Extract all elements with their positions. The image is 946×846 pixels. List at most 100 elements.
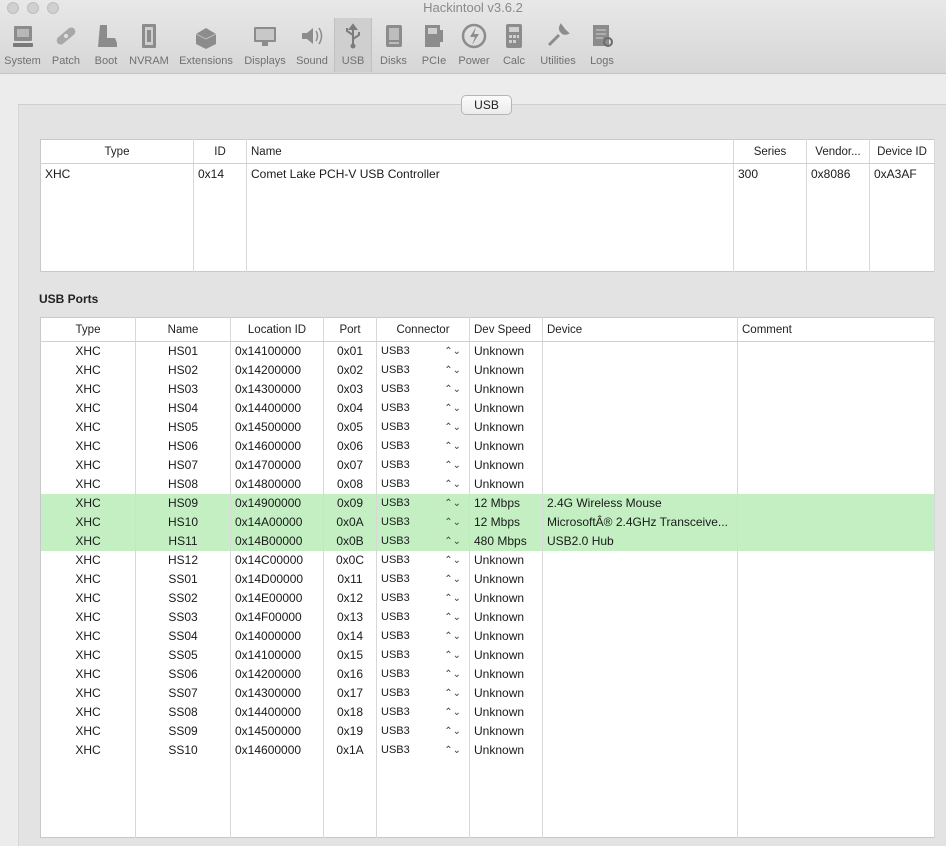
toolbar-item-pcie[interactable]: PCIe: [415, 18, 453, 72]
port-name[interactable]: SS10: [135, 741, 231, 760]
connector-select[interactable]: USB3 ⌃⌄: [376, 608, 470, 627]
port-row[interactable]: XHC HS12 0x14C00000 0x0C USB3 ⌃⌄ Unknown: [40, 551, 935, 570]
connector-select[interactable]: USB3 ⌃⌄: [376, 380, 470, 399]
port-comment[interactable]: [737, 380, 935, 399]
port-comment[interactable]: [737, 570, 935, 589]
port-name[interactable]: HS11: [135, 532, 231, 551]
connector-select[interactable]: USB3 ⌃⌄: [376, 341, 470, 361]
column-header-name[interactable]: Name: [135, 317, 231, 342]
column-header-dev-speed[interactable]: Dev Speed: [469, 317, 543, 342]
port-name[interactable]: HS06: [135, 437, 231, 456]
port-comment[interactable]: [737, 722, 935, 741]
port-comment[interactable]: [737, 703, 935, 722]
toolbar-item-nvram[interactable]: NVRAM: [126, 18, 172, 72]
port-comment[interactable]: [737, 551, 935, 570]
port-row[interactable]: XHC HS04 0x14400000 0x04 USB3 ⌃⌄ Unknown: [40, 399, 935, 418]
column-header-id[interactable]: ID: [193, 139, 247, 164]
port-name[interactable]: HS04: [135, 399, 231, 418]
connector-select[interactable]: USB3 ⌃⌄: [376, 475, 470, 494]
port-comment[interactable]: [737, 513, 935, 532]
port-comment[interactable]: [737, 341, 935, 361]
connector-select[interactable]: USB3 ⌃⌄: [376, 532, 470, 551]
port-name[interactable]: SS02: [135, 589, 231, 608]
column-header-type[interactable]: Type: [40, 139, 194, 164]
connector-select[interactable]: USB3 ⌃⌄: [376, 722, 470, 741]
port-row[interactable]: XHC HS10 0x14A00000 0x0A USB3 ⌃⌄ 12 Mbps Micros…: [40, 513, 935, 532]
port-name[interactable]: SS01: [135, 570, 231, 589]
port-name[interactable]: HS09: [135, 494, 231, 513]
column-header-name[interactable]: Name: [246, 139, 734, 164]
port-comment[interactable]: [737, 684, 935, 703]
connector-select[interactable]: USB3 ⌃⌄: [376, 494, 470, 513]
port-row[interactable]: XHC HS07 0x14700000 0x07 USB3 ⌃⌄ Unknown: [40, 456, 935, 475]
port-row[interactable]: XHC SS02 0x14E00000 0x12 USB3 ⌃⌄ Unknown: [40, 589, 935, 608]
controller-row[interactable]: XHC 0x14 Comet Lake PCH-V USB Controller…: [40, 163, 935, 272]
port-name[interactable]: SS07: [135, 684, 231, 703]
port-row[interactable]: XHC HS02 0x14200000 0x02 USB3 ⌃⌄ Unknown: [40, 361, 935, 380]
connector-select[interactable]: USB3 ⌃⌄: [376, 684, 470, 703]
toolbar-item-system[interactable]: System: [0, 18, 45, 72]
toolbar-item-logs[interactable]: Logs: [583, 18, 621, 72]
port-comment[interactable]: [737, 475, 935, 494]
port-comment[interactable]: [737, 437, 935, 456]
port-comment[interactable]: [737, 456, 935, 475]
connector-select[interactable]: USB3 ⌃⌄: [376, 703, 470, 722]
port-row[interactable]: XHC SS03 0x14F00000 0x13 USB3 ⌃⌄ Unknown: [40, 608, 935, 627]
connector-select[interactable]: USB3 ⌃⌄: [376, 399, 470, 418]
port-name[interactable]: HS02: [135, 361, 231, 380]
port-comment[interactable]: [737, 627, 935, 646]
port-row[interactable]: XHC HS05 0x14500000 0x05 USB3 ⌃⌄ Unknown: [40, 418, 935, 437]
port-row[interactable]: XHC SS07 0x14300000 0x17 USB3 ⌃⌄ Unknown: [40, 684, 935, 703]
port-name[interactable]: HS08: [135, 475, 231, 494]
port-row[interactable]: XHC SS10 0x14600000 0x1A USB3 ⌃⌄ Unknown: [40, 741, 935, 760]
port-row[interactable]: XHC SS05 0x14100000 0x15 USB3 ⌃⌄ Unknown: [40, 646, 935, 665]
connector-select[interactable]: USB3 ⌃⌄: [376, 665, 470, 684]
toolbar-item-utilities[interactable]: Utilities: [534, 18, 582, 72]
port-row[interactable]: XHC SS08 0x14400000 0x18 USB3 ⌃⌄ Unknown: [40, 703, 935, 722]
toolbar-item-disks[interactable]: Disks: [373, 18, 414, 72]
port-name[interactable]: HS05: [135, 418, 231, 437]
port-comment[interactable]: [737, 418, 935, 437]
port-row[interactable]: XHC SS06 0x14200000 0x16 USB3 ⌃⌄ Unknown: [40, 665, 935, 684]
column-header-type[interactable]: Type: [40, 317, 136, 342]
column-header-series[interactable]: Series: [733, 139, 807, 164]
port-name[interactable]: HS03: [135, 380, 231, 399]
port-name[interactable]: SS09: [135, 722, 231, 741]
port-row[interactable]: XHC HS08 0x14800000 0x08 USB3 ⌃⌄ Unknown: [40, 475, 935, 494]
port-comment[interactable]: [737, 399, 935, 418]
port-comment[interactable]: [737, 608, 935, 627]
port-name[interactable]: HS01: [135, 341, 231, 361]
port-name[interactable]: SS06: [135, 665, 231, 684]
port-comment[interactable]: [737, 494, 935, 513]
port-row[interactable]: XHC HS09 0x14900000 0x09 USB3 ⌃⌄ 12 Mbps 2.4G W…: [40, 494, 935, 513]
toolbar-item-extensions[interactable]: Extensions: [173, 18, 239, 72]
port-name[interactable]: SS05: [135, 646, 231, 665]
port-comment[interactable]: [737, 646, 935, 665]
port-row[interactable]: XHC SS09 0x14500000 0x19 USB3 ⌃⌄ Unknown: [40, 722, 935, 741]
port-row[interactable]: XHC SS04 0x14000000 0x14 USB3 ⌃⌄ Unknown: [40, 627, 935, 646]
toolbar-item-displays[interactable]: Displays: [240, 18, 290, 72]
connector-select[interactable]: USB3 ⌃⌄: [376, 418, 470, 437]
toolbar-item-power[interactable]: Power: [454, 18, 494, 72]
connector-select[interactable]: USB3 ⌃⌄: [376, 589, 470, 608]
column-header-device[interactable]: Device: [542, 317, 738, 342]
toolbar-item-sound[interactable]: Sound: [291, 18, 333, 72]
column-header-connector[interactable]: Connector: [376, 317, 470, 342]
tab-usb[interactable]: USB: [461, 95, 512, 115]
port-name[interactable]: SS04: [135, 627, 231, 646]
connector-select[interactable]: USB3 ⌃⌄: [376, 456, 470, 475]
port-comment[interactable]: [737, 361, 935, 380]
connector-select[interactable]: USB3 ⌃⌄: [376, 570, 470, 589]
port-row[interactable]: XHC HS06 0x14600000 0x06 USB3 ⌃⌄ Unknown: [40, 437, 935, 456]
port-row[interactable]: XHC HS11 0x14B00000 0x0B USB3 ⌃⌄ 480 Mbps USB2.…: [40, 532, 935, 551]
column-header-comment[interactable]: Comment: [737, 317, 935, 342]
port-name[interactable]: SS03: [135, 608, 231, 627]
port-comment[interactable]: [737, 589, 935, 608]
port-name[interactable]: HS10: [135, 513, 231, 532]
connector-select[interactable]: USB3 ⌃⌄: [376, 513, 470, 532]
column-header-port[interactable]: Port: [323, 317, 377, 342]
port-name[interactable]: SS08: [135, 703, 231, 722]
column-header-location-id[interactable]: Location ID: [230, 317, 324, 342]
port-comment[interactable]: [737, 532, 935, 551]
port-row[interactable]: XHC HS03 0x14300000 0x03 USB3 ⌃⌄ Unknown: [40, 380, 935, 399]
